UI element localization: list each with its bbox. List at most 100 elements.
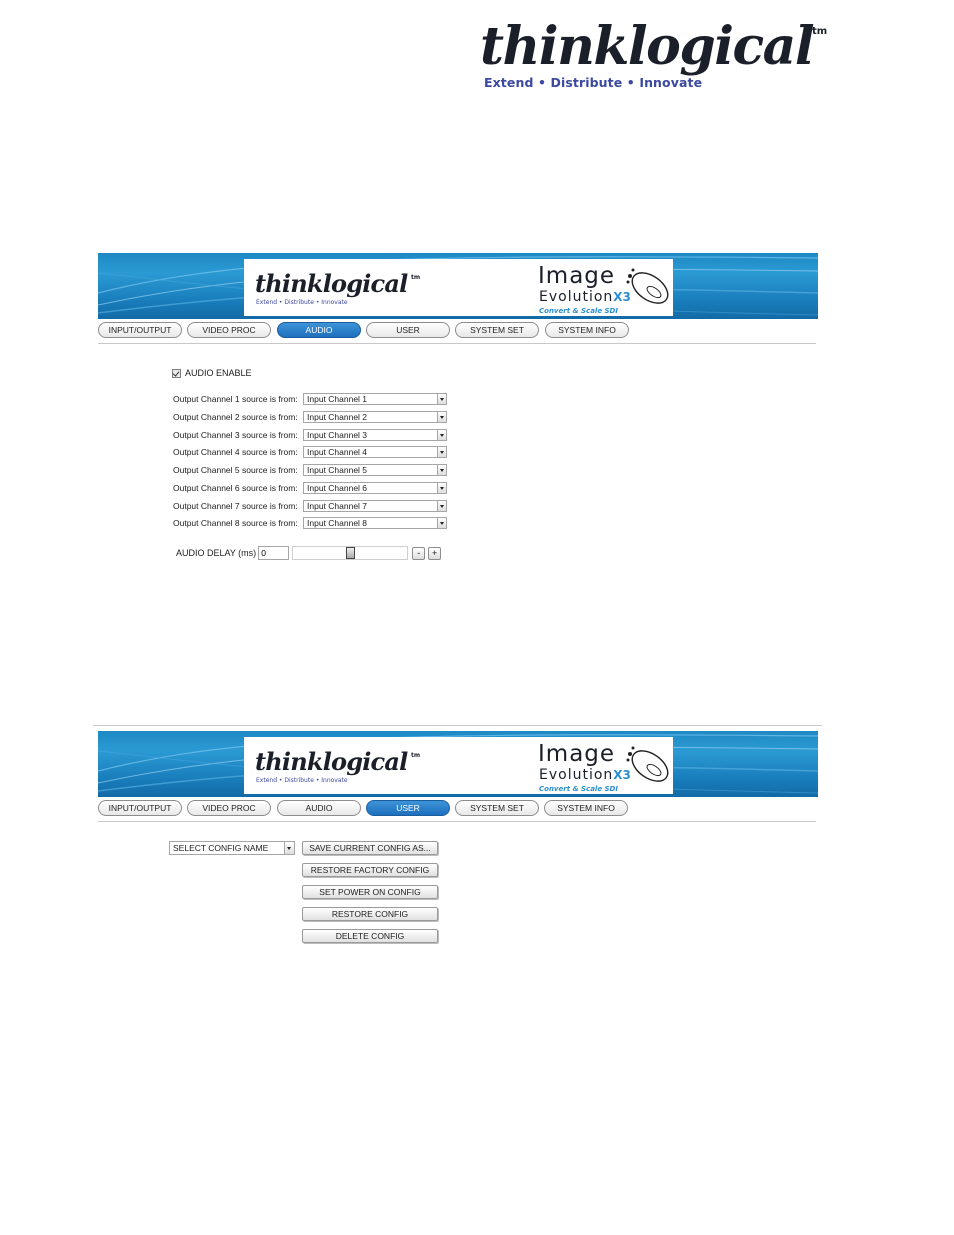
delete-config-button[interactable]: DELETE CONFIG xyxy=(302,929,438,943)
chevron-down-icon[interactable] xyxy=(437,412,446,422)
output-channel-row: Output Channel 3 source is from: Input C… xyxy=(173,428,447,442)
product-subtitle: Convert & Scale SDI xyxy=(539,307,618,315)
output-channel-4-select[interactable]: Input Channel 4 xyxy=(303,446,447,458)
output-channel-row: Output Channel 5 source is from: Input C… xyxy=(173,463,447,477)
tab-bar: INPUT/OUTPUT VIDEO PROC AUDIO USER SYSTE… xyxy=(98,319,818,341)
decrement-button[interactable]: - xyxy=(412,546,426,560)
chevron-down-icon[interactable] xyxy=(437,518,446,528)
output-channel-label: Output Channel 4 source is from: xyxy=(173,447,298,457)
set-power-on-config-button[interactable]: SET POWER ON CONFIG xyxy=(302,885,438,899)
output-channel-8-select[interactable]: Input Channel 8 xyxy=(303,517,447,529)
chevron-down-icon[interactable] xyxy=(437,501,446,511)
output-channel-label: Output Channel 6 source is from: xyxy=(173,483,298,493)
tab-input-output[interactable]: INPUT/OUTPUT xyxy=(98,800,182,816)
tab-video-proc[interactable]: VIDEO PROC xyxy=(187,322,271,338)
tab-system-info[interactable]: SYSTEM INFO xyxy=(544,800,628,816)
chevron-down-icon[interactable] xyxy=(437,394,446,404)
audio-screenshot-panel: thinklogical tm Extend • Distribute • In… xyxy=(98,253,818,560)
chevron-down-icon[interactable] xyxy=(437,430,446,440)
select-value: Input Channel 3 xyxy=(307,430,368,440)
output-channel-6-select[interactable]: Input Channel 6 xyxy=(303,482,447,494)
output-channel-row: Output Channel 2 source is from: Input C… xyxy=(173,410,447,424)
tab-user[interactable]: USER xyxy=(366,322,450,338)
chevron-down-icon[interactable] xyxy=(437,483,446,493)
output-channel-label: Output Channel 8 source is from: xyxy=(173,518,298,528)
select-value: Input Channel 1 xyxy=(307,394,368,404)
user-screenshot-panel: thinklogical tm Extend • Distribute • In… xyxy=(98,731,818,943)
product-logo: Image EvolutionX3 Convert & Scale SDI xyxy=(538,261,673,316)
disc-icon xyxy=(626,268,669,304)
output-channel-label: Output Channel 1 source is from: xyxy=(173,394,298,404)
output-channel-label: Output Channel 3 source is from: xyxy=(173,430,298,440)
tab-divider xyxy=(98,343,816,344)
output-channel-row: Output Channel 6 source is from: Input C… xyxy=(173,481,447,495)
product-name-line2: Evolution xyxy=(539,289,614,305)
output-channel-row: Output Channel 8 source is from: Input C… xyxy=(173,516,447,530)
tab-system-set[interactable]: SYSTEM SET xyxy=(455,800,539,816)
restore-config-button[interactable]: RESTORE CONFIG xyxy=(302,907,438,921)
select-value: Input Channel 6 xyxy=(307,483,368,493)
tab-video-proc[interactable]: VIDEO PROC xyxy=(187,800,271,816)
product-name-line1: Image xyxy=(538,741,616,767)
select-value: Input Channel 4 xyxy=(307,447,368,457)
page-logo: thinklogical tm Extend • Distribute • In… xyxy=(478,16,828,95)
output-channel-row: Output Channel 4 source is from: Input C… xyxy=(173,445,447,459)
tab-audio[interactable]: AUDIO xyxy=(277,322,361,338)
increment-button[interactable]: + xyxy=(428,546,442,560)
tab-bar: INPUT/OUTPUT VIDEO PROC AUDIO USER SYSTE… xyxy=(98,797,818,819)
audio-enable-row: AUDIO ENABLE xyxy=(172,368,252,378)
page-logo-wordmark: thinklogical xyxy=(480,16,815,77)
restore-factory-config-button[interactable]: RESTORE FACTORY CONFIG xyxy=(302,863,438,877)
output-channel-3-select[interactable]: Input Channel 3 xyxy=(303,429,447,441)
banner-logo-box: thinklogical tm Extend • Distribute • In… xyxy=(244,259,673,316)
select-value: SELECT CONFIG NAME xyxy=(173,843,269,853)
save-config-as-button[interactable]: SAVE CURRENT CONFIG AS... xyxy=(302,841,438,855)
output-channel-5-select[interactable]: Input Channel 5 xyxy=(303,464,447,476)
chevron-down-icon[interactable] xyxy=(437,447,446,457)
banner-brand: thinklogical xyxy=(255,747,408,776)
chevron-down-icon[interactable] xyxy=(437,465,446,475)
banner-brand-tm: tm xyxy=(411,752,421,759)
output-channel-7-select[interactable]: Input Channel 7 xyxy=(303,500,447,512)
output-channel-1-select[interactable]: Input Channel 1 xyxy=(303,393,447,405)
audio-enable-label: AUDIO ENABLE xyxy=(185,368,252,378)
section-separator xyxy=(93,725,822,726)
output-channel-label: Output Channel 5 source is from: xyxy=(173,465,298,475)
tab-system-info[interactable]: SYSTEM INFO xyxy=(545,322,629,338)
tab-divider xyxy=(98,821,816,822)
page-logo-tagline: Extend • Distribute • Innovate xyxy=(484,75,703,90)
app-banner: thinklogical tm Extend • Distribute • In… xyxy=(98,253,818,319)
select-value: Input Channel 7 xyxy=(307,501,368,511)
product-name-line2: Evolution xyxy=(539,767,614,783)
tab-audio[interactable]: AUDIO xyxy=(277,800,361,816)
banner-logo-box: thinklogical tm Extend • Distribute • In… xyxy=(244,737,673,794)
product-logo: Image EvolutionX3 Convert & Scale SDI xyxy=(538,739,673,794)
select-value: Input Channel 8 xyxy=(307,518,368,528)
tab-input-output[interactable]: INPUT/OUTPUT xyxy=(98,322,182,338)
page-logo-trademark: tm xyxy=(812,26,828,37)
banner-brand: thinklogical xyxy=(255,269,408,298)
output-channel-2-select[interactable]: Input Channel 2 xyxy=(303,411,447,423)
banner-brand-tagline: Extend • Distribute • Innovate xyxy=(256,777,348,784)
slider-handle[interactable] xyxy=(346,547,356,559)
config-name-select[interactable]: SELECT CONFIG NAME xyxy=(169,841,295,855)
output-channel-row: Output Channel 7 source is from: Input C… xyxy=(173,499,447,513)
output-channel-label: Output Channel 7 source is from: xyxy=(173,501,298,511)
tab-user[interactable]: USER xyxy=(366,800,450,816)
banner-brand-tagline: Extend • Distribute • Innovate xyxy=(256,299,348,306)
audio-delay-input[interactable]: 0 xyxy=(258,546,290,560)
select-value: Input Channel 2 xyxy=(307,412,368,422)
output-channel-label: Output Channel 2 source is from: xyxy=(173,412,298,422)
disc-icon xyxy=(626,746,669,782)
product-name-line1: Image xyxy=(538,263,616,289)
output-channel-row: Output Channel 1 source is from: Input C… xyxy=(173,392,447,406)
app-banner: thinklogical tm Extend • Distribute • In… xyxy=(98,731,818,797)
audio-delay-label: AUDIO DELAY (ms) xyxy=(176,548,257,558)
tab-system-set[interactable]: SYSTEM SET xyxy=(455,322,539,338)
audio-enable-checkbox[interactable] xyxy=(172,368,181,378)
chevron-down-icon[interactable] xyxy=(284,842,294,854)
banner-brand-tm: tm xyxy=(411,274,421,281)
select-value: Input Channel 5 xyxy=(307,465,368,475)
audio-delay-slider[interactable] xyxy=(292,546,409,560)
product-subtitle: Convert & Scale SDI xyxy=(539,785,618,793)
